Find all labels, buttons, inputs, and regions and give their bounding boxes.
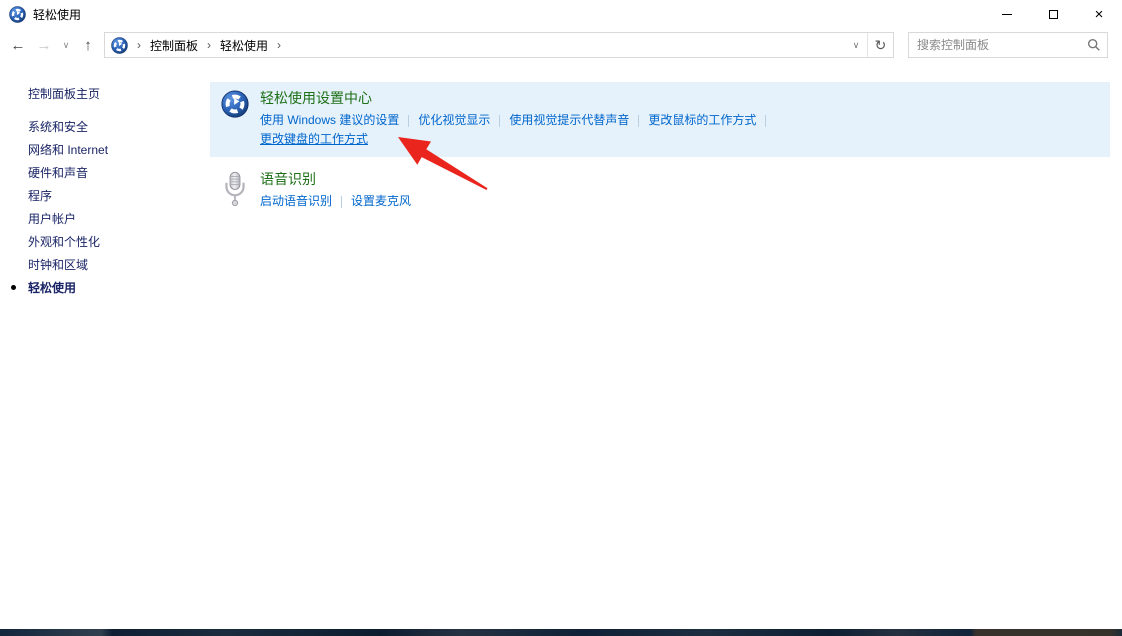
app-ease-of-access-icon: [9, 6, 26, 23]
back-icon: ←: [11, 37, 26, 54]
sidebar-item-control-panel-home[interactable]: 控制面板主页: [28, 82, 210, 105]
close-button[interactable]: ×: [1076, 0, 1122, 28]
task-links-row-2: 更改键盘的工作方式: [260, 130, 775, 149]
sidebar-item-user-accounts[interactable]: 用户帐户: [28, 207, 210, 230]
sidebar-item-ease-of-access-active[interactable]: 轻松使用: [28, 276, 210, 299]
sidebar: 控制面板主页 系统和安全 网络和 Internet 硬件和声音 程序 用户帐户 …: [0, 62, 210, 622]
up-button[interactable]: ↑: [76, 33, 100, 57]
forward-icon: →: [37, 37, 52, 54]
refresh-icon: ↻: [875, 37, 887, 54]
breadcrumb-ease-of-access-icon: [111, 37, 128, 54]
chevron-down-icon: ∨: [853, 40, 860, 51]
back-button[interactable]: ←: [6, 33, 30, 57]
window-title: 轻松使用: [33, 6, 81, 23]
up-icon: ↑: [84, 37, 92, 54]
nav-arrows: ← → ∨ ↑: [6, 33, 100, 57]
search-icon: [1087, 38, 1101, 52]
section-speech-recognition: 语音识别 启动语音识别 设置麦克风: [210, 163, 1110, 219]
window-controls: ×: [984, 0, 1122, 28]
maximize-icon: [1049, 10, 1058, 19]
speech-recognition-title[interactable]: 语音识别: [260, 169, 411, 189]
sidebar-item-hardware-sound[interactable]: 硬件和声音: [28, 161, 210, 184]
address-dropdown-button[interactable]: ∨: [845, 33, 867, 57]
section-ease-of-access-center: 轻松使用设置中心 使用 Windows 建议的设置 优化视觉显示 使用视觉提示代…: [210, 82, 1110, 157]
address-bar-controls: ∨ ↻: [845, 33, 893, 57]
sidebar-item-network-internet[interactable]: 网络和 Internet: [28, 138, 210, 161]
link-separator: [499, 115, 500, 127]
minimize-icon: [1002, 14, 1012, 15]
task-link-set-up-microphone[interactable]: 设置麦克风: [351, 192, 411, 211]
navigation-bar: ← → ∨ ↑ › 控制面板 › 轻松使用 › ∨ ↻: [0, 28, 1122, 62]
breadcrumb-control-panel[interactable]: 控制面板: [150, 37, 198, 54]
microphone-icon: [220, 169, 250, 207]
recent-pages-dropdown[interactable]: ∨: [58, 33, 74, 57]
forward-button[interactable]: →: [32, 33, 56, 57]
search-box[interactable]: [908, 32, 1108, 58]
section-body: 轻松使用设置中心 使用 Windows 建议的设置 优化视觉显示 使用视觉提示代…: [260, 88, 775, 149]
content-area: 控制面板主页 系统和安全 网络和 Internet 硬件和声音 程序 用户帐户 …: [0, 62, 1122, 622]
refresh-button[interactable]: ↻: [867, 33, 893, 57]
link-separator: [765, 115, 766, 127]
breadcrumb-separator-icon: ›: [198, 38, 220, 52]
sidebar-item-clock-region[interactable]: 时钟和区域: [28, 253, 210, 276]
link-separator: [341, 196, 342, 208]
breadcrumb-separator-icon: ›: [268, 38, 290, 52]
task-links-row-1: 使用 Windows 建议的设置 优化视觉显示 使用视觉提示代替声音 更改鼠标的…: [260, 111, 775, 130]
task-link-optimize-visual-display[interactable]: 优化视觉显示: [418, 111, 490, 130]
task-link-visual-cues-for-sounds[interactable]: 使用视觉提示代替声音: [509, 111, 629, 130]
ease-of-access-center-title[interactable]: 轻松使用设置中心: [260, 88, 775, 108]
section-body: 语音识别 启动语音识别 设置麦克风: [260, 169, 411, 211]
close-icon: ×: [1095, 7, 1104, 22]
title-bar: 轻松使用 ×: [0, 0, 1122, 28]
sidebar-item-appearance-personalization[interactable]: 外观和个性化: [28, 230, 210, 253]
taskbar-sliver: [0, 629, 1122, 636]
task-link-change-keyboard-behavior[interactable]: 更改键盘的工作方式: [260, 130, 368, 149]
task-link-recommended-settings[interactable]: 使用 Windows 建议的设置: [260, 111, 399, 130]
breadcrumb-separator-icon: ›: [128, 38, 150, 52]
sidebar-item-system-security[interactable]: 系统和安全: [28, 115, 210, 138]
maximize-button[interactable]: [1030, 0, 1076, 28]
minimize-button[interactable]: [984, 0, 1030, 28]
ease-of-access-center-icon: [220, 88, 250, 118]
sidebar-item-programs[interactable]: 程序: [28, 184, 210, 207]
task-link-change-mouse-behavior[interactable]: 更改鼠标的工作方式: [648, 111, 756, 130]
address-bar[interactable]: › 控制面板 › 轻松使用 › ∨ ↻: [104, 32, 894, 58]
breadcrumb-ease-of-access[interactable]: 轻松使用: [220, 37, 268, 54]
task-link-start-speech-recognition[interactable]: 启动语音识别: [260, 192, 332, 211]
main-panel: 轻松使用设置中心 使用 Windows 建议的设置 优化视觉显示 使用视觉提示代…: [210, 62, 1122, 622]
chevron-down-icon: ∨: [63, 40, 70, 51]
task-links-row: 启动语音识别 设置麦克风: [260, 192, 411, 211]
search-input[interactable]: [917, 38, 1087, 52]
link-separator: [408, 115, 409, 127]
link-separator: [638, 115, 639, 127]
